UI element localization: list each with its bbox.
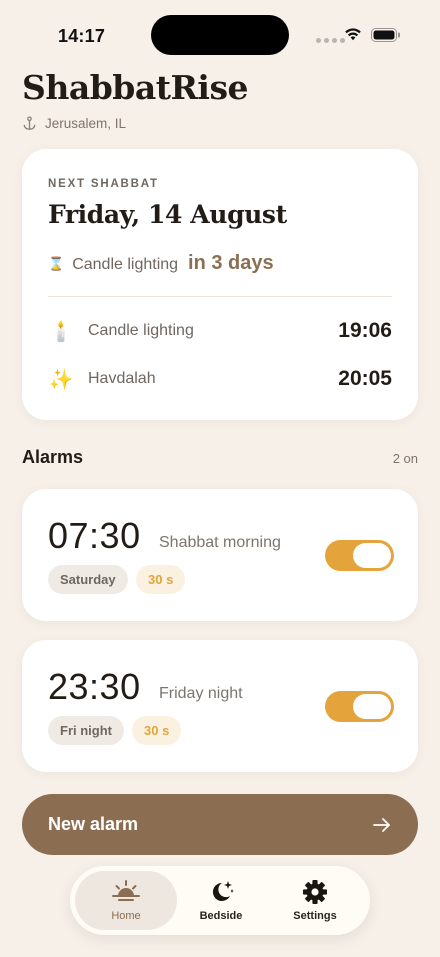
alarm-card[interactable]: 07:30 Shabbat morning Saturday 30 s bbox=[22, 489, 418, 621]
location-label: Jerusalem, IL bbox=[45, 116, 127, 131]
dynamic-island bbox=[151, 15, 289, 55]
candle-lighting-row: 🕯️ Candle lighting 19:06 bbox=[48, 316, 392, 346]
divider bbox=[48, 296, 392, 297]
new-alarm-label: New alarm bbox=[48, 814, 139, 834]
havdalah-time: 20:05 bbox=[338, 367, 392, 390]
alarm-duration-chip: 30 s bbox=[136, 565, 186, 594]
tab-home[interactable]: Home bbox=[75, 871, 177, 930]
alarm-time: 23:30 bbox=[48, 666, 141, 707]
wifi-icon bbox=[345, 28, 361, 41]
alarm-day-chip: Fri night bbox=[48, 716, 124, 745]
alarm-toggle[interactable] bbox=[325, 540, 394, 571]
havdalah-row: ✨ Havdalah 20:05 bbox=[48, 364, 392, 394]
alarm-toggle[interactable] bbox=[325, 691, 394, 722]
alarm-day-chip: Saturday bbox=[48, 565, 128, 594]
alarms-heading: Alarms bbox=[22, 447, 84, 467]
tab-settings-label: Settings bbox=[293, 910, 337, 922]
candle-lighting-time: 19:06 bbox=[338, 319, 392, 342]
alarms-count: 2 on bbox=[392, 451, 418, 466]
new-alarm-button[interactable]: New alarm bbox=[22, 794, 418, 855]
havdalah-label: Havdalah bbox=[88, 370, 156, 387]
toggle-knob bbox=[353, 543, 391, 568]
alarm-card[interactable]: 23:30 Friday night Fri night 30 s bbox=[22, 640, 418, 772]
app-title: ShabbatRise bbox=[22, 68, 249, 107]
tab-home-label: Home bbox=[111, 910, 141, 922]
arrow-right-icon bbox=[373, 817, 390, 832]
tab-bedside-label: Bedside bbox=[199, 910, 243, 922]
next-shabbat-eyebrow: NEXT SHABBAT bbox=[48, 178, 159, 190]
countdown-row: ⌛ Candle lighting in 3 days bbox=[48, 252, 274, 275]
location[interactable]: Jerusalem, IL bbox=[22, 116, 126, 131]
sunrise-icon bbox=[112, 880, 140, 901]
countdown-label: Candle lighting bbox=[72, 256, 179, 273]
alarm-name: Shabbat morning bbox=[159, 534, 281, 551]
sparkles-icon: ✨ bbox=[48, 368, 74, 391]
battery-icon bbox=[371, 28, 400, 42]
moon-stars-icon bbox=[212, 881, 234, 901]
tab-bar: Home Bedside Settings bbox=[70, 866, 370, 935]
gear-icon bbox=[303, 880, 327, 904]
alarm-name: Friday night bbox=[159, 685, 243, 702]
hourglass-icon: ⌛ bbox=[48, 256, 65, 271]
toggle-knob bbox=[353, 694, 391, 719]
tab-bedside[interactable]: Bedside bbox=[171, 871, 271, 930]
countdown-value: in 3 days bbox=[188, 252, 274, 274]
signal-icon bbox=[316, 38, 345, 43]
candle-lighting-label: Candle lighting bbox=[88, 322, 194, 339]
anchor-icon bbox=[23, 116, 36, 130]
status-time: 14:17 bbox=[58, 26, 106, 46]
alarm-time: 07:30 bbox=[48, 515, 141, 556]
tab-settings[interactable]: Settings bbox=[265, 871, 365, 930]
shabbat-date: Friday, 14 August bbox=[48, 200, 287, 229]
candle-icon: 🕯️ bbox=[48, 320, 74, 343]
alarm-duration-chip: 30 s bbox=[132, 716, 182, 745]
status-bar: 14:17 bbox=[0, 0, 440, 70]
